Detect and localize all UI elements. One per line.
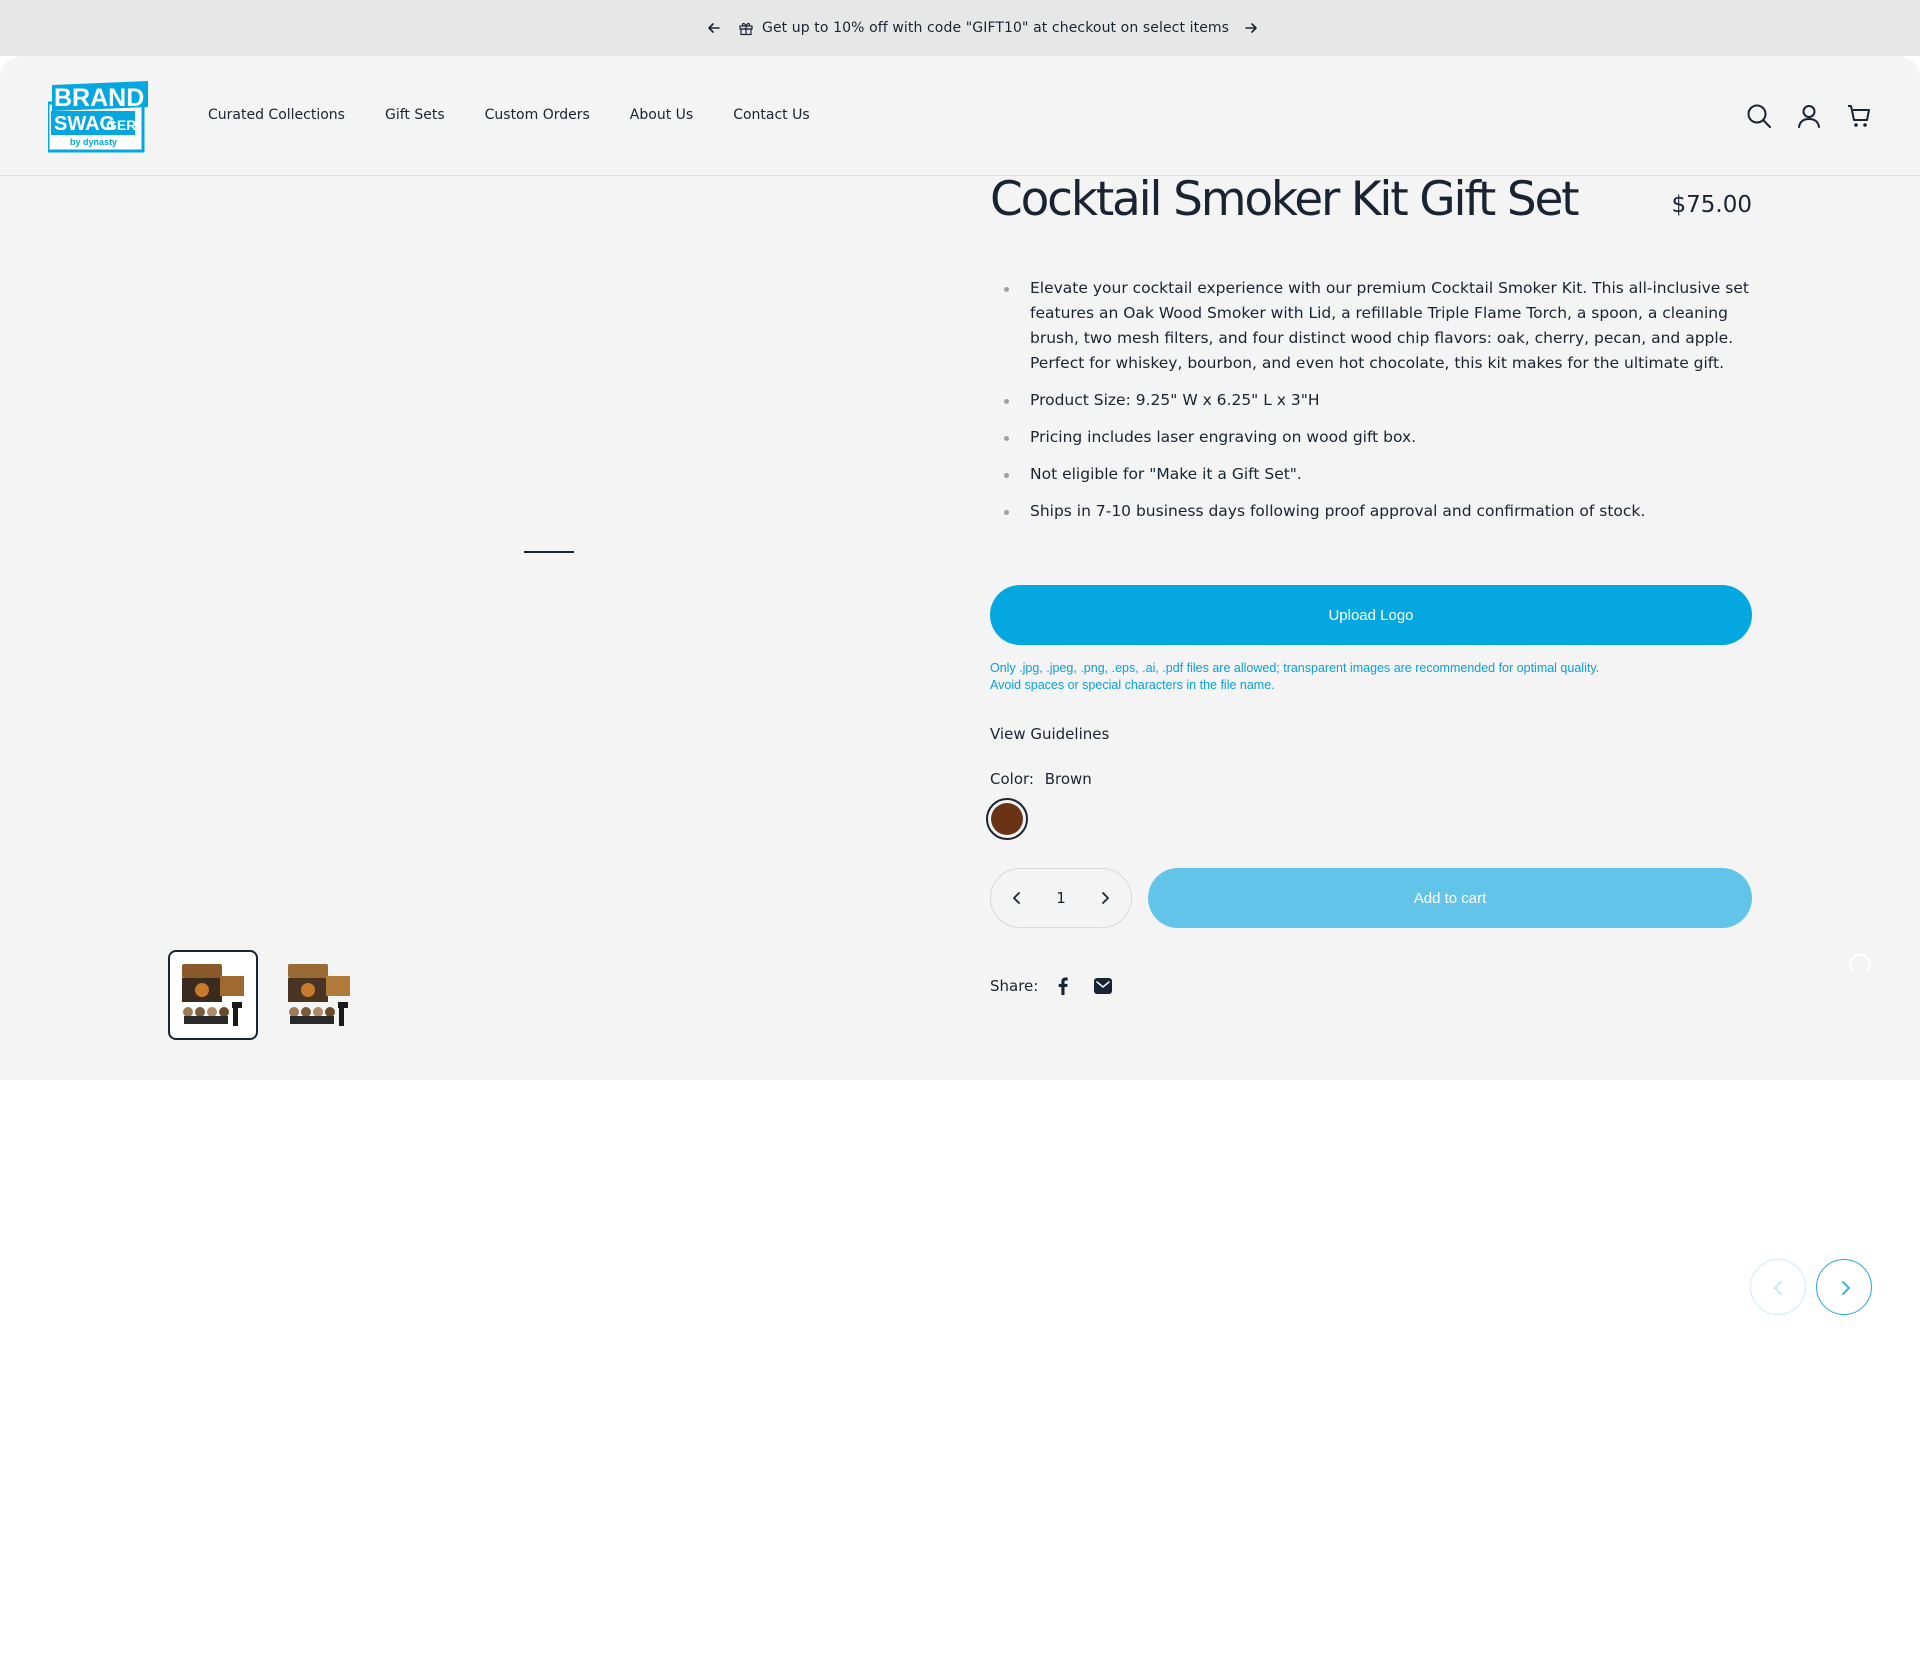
announcement-bar: Get up to 10% off with code "GIFT10" at …	[0, 0, 1920, 56]
color-selector-label: Color: Brown	[990, 770, 1092, 788]
announcement-text: Get up to 10% off with code "GIFT10" at …	[762, 20, 1230, 36]
nav-curated-collections[interactable]: Curated Collections	[208, 107, 345, 123]
nav-about-us[interactable]: About Us	[630, 107, 693, 123]
upload-file-note: Only .jpg, .jpeg, .png, .eps, .ai, .pdf …	[990, 660, 1599, 694]
description-item: Product Size: 9.25" W x 6.25" L x 3"H	[1004, 388, 1752, 413]
brand-logo[interactable]: BRAND SWAG GER by dynasty	[46, 81, 148, 153]
gift-icon	[738, 20, 754, 36]
arrow-right-icon[interactable]	[1243, 20, 1259, 36]
site-header: BRAND SWAG GER by dynasty Curated Collec…	[0, 56, 1920, 176]
chevron-left-icon	[1774, 1281, 1782, 1295]
color-label: Color:	[990, 770, 1034, 788]
nav-contact-us[interactable]: Contact Us	[733, 107, 809, 123]
search-icon[interactable]	[1746, 103, 1772, 129]
email-icon[interactable]	[1094, 977, 1113, 995]
share-row: Share:	[990, 977, 1134, 995]
thumbnail-1[interactable]	[168, 950, 258, 1040]
image-loading-indicator	[524, 551, 574, 553]
product-title: Cocktail Smoker Kit Gift Set	[990, 172, 1580, 227]
logo-line-brand: BRAND	[54, 84, 144, 112]
upload-logo-button[interactable]: Upload Logo	[990, 585, 1752, 645]
loading-spinner	[1849, 954, 1871, 976]
view-guidelines-link[interactable]: View Guidelines	[990, 725, 1109, 743]
upload-note-line-2: Avoid spaces or special characters in th…	[990, 678, 1275, 692]
description-item: Not eligible for "Make it a Gift Set".	[1004, 462, 1752, 487]
facebook-icon[interactable]	[1054, 977, 1072, 995]
announcement-content: Get up to 10% off with code "GIFT10" at …	[706, 18, 1259, 38]
product-price: $75.00	[1671, 192, 1752, 218]
add-to-cart-button[interactable]: Add to cart	[1148, 868, 1752, 928]
nav-gift-sets[interactable]: Gift Sets	[385, 107, 445, 123]
color-swatch-brown[interactable]	[986, 798, 1028, 840]
smoker-kit-alt-thumbnail-image	[288, 964, 350, 1026]
account-icon[interactable]	[1796, 103, 1822, 129]
chevron-right-icon	[1842, 1281, 1850, 1295]
carousel-prev-button[interactable]	[1750, 1259, 1806, 1315]
description-item: Ships in 7-10 business days following pr…	[1004, 499, 1752, 524]
upload-note-line-1: Only .jpg, .jpeg, .png, .eps, .ai, .pdf …	[990, 661, 1600, 675]
share-label: Share:	[990, 977, 1039, 995]
quantity-increase-icon[interactable]	[1097, 890, 1113, 906]
description-item: Pricing includes laser engraving on wood…	[1004, 425, 1752, 450]
color-value: Brown	[1044, 770, 1092, 788]
logo-line-dynasty: by dynasty	[70, 137, 117, 147]
thumbnail-2[interactable]	[274, 950, 364, 1040]
cart-icon[interactable]	[1846, 103, 1872, 129]
carousel-next-button[interactable]	[1816, 1259, 1872, 1315]
arrow-left-icon[interactable]	[706, 20, 722, 36]
quantity-stepper: 1	[990, 868, 1132, 928]
quantity-input[interactable]: 1	[1041, 889, 1081, 907]
smoker-kit-thumbnail-image	[182, 964, 244, 1026]
nav-custom-orders[interactable]: Custom Orders	[485, 107, 590, 123]
main-nav: Curated Collections Gift Sets Custom Ord…	[208, 107, 850, 123]
description-item: Elevate your cocktail experience with ou…	[1004, 276, 1752, 376]
header-actions	[1722, 103, 1872, 129]
quantity-decrease-icon[interactable]	[1009, 890, 1025, 906]
logo-line-ger: GER	[106, 117, 136, 133]
product-description: Elevate your cocktail experience with ou…	[1004, 276, 1752, 536]
